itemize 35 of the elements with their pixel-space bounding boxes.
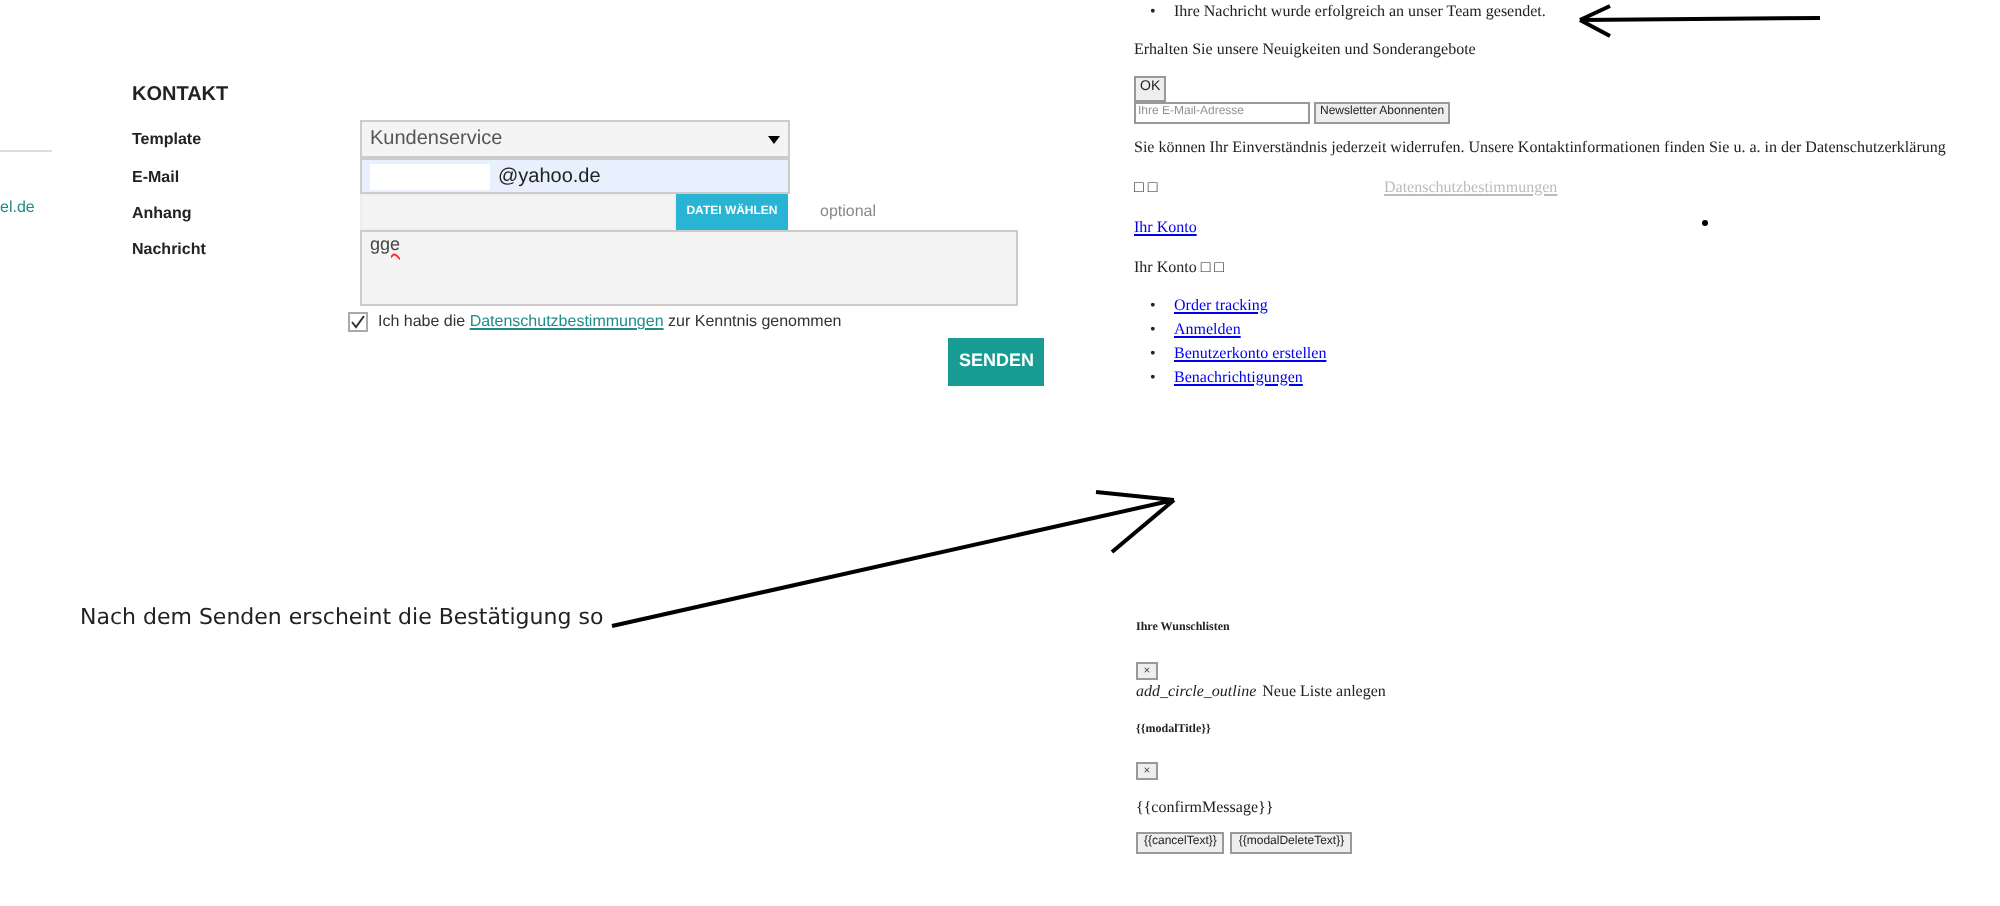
dot-mark [1702, 220, 1708, 226]
new-list-link[interactable]: Neue Liste anlegen [1262, 680, 1386, 704]
optional-hint: optional [820, 200, 877, 224]
bullet: • [1150, 317, 1158, 341]
consent-checkbox[interactable] [348, 312, 368, 332]
field-label: Template [132, 128, 204, 152]
consent-text: Sie können Ihr Einverständnis jederzeit widerrufen. Unsere Kontaktinformationen finden Sie u. a. in der Datenschutzerklärung [1134, 135, 1946, 159]
contact-heading: KONTAKT [132, 82, 231, 110]
glyph-text: □ □ [1134, 175, 1160, 199]
field-label: E-Mail [132, 166, 182, 190]
email-link[interactable]: el.de [0, 196, 35, 220]
file-field[interactable] [360, 194, 676, 230]
template-select[interactable]: Kundenservice [360, 120, 790, 158]
bullet: • [1150, 341, 1158, 365]
success-message: Ihre Nachricht wurde erfolgreich an unser Team gesendet. [1174, 0, 1546, 24]
privacy-link[interactable]: Datenschutzbestimmungen [469, 312, 664, 330]
account-menu-link[interactable]: Order tracking [1174, 293, 1268, 317]
account-menu-link[interactable]: Benachrichtigungen [1174, 365, 1303, 389]
bullet: • [1150, 293, 1158, 317]
account-menu-link[interactable]: Benutzerkonto erstellen [1174, 341, 1327, 365]
caret-icon [768, 135, 780, 143]
bullet: • [1150, 365, 1158, 389]
field-label: Nachricht [132, 238, 208, 262]
account-link[interactable]: Ihr Konto [1134, 215, 1946, 239]
account-menu-link[interactable]: Anmelden [1174, 317, 1241, 341]
email-field[interactable]: @yahoo.de [360, 158, 790, 194]
icon-name-text: add_circle_outline [1136, 680, 1257, 704]
confirm-message: {{confirmMessage}} [1136, 796, 1276, 820]
account-label: Ihr Konto □ □ [1134, 255, 1226, 279]
bullet: • [1150, 0, 1158, 24]
newsletter-heading: Erhalten Sie unsere Neuigkeiten und Sonderangebote [1134, 38, 1478, 62]
message-field[interactable]: gge [360, 230, 1018, 306]
field-label: Anhang [132, 202, 194, 226]
consent-text: Ich habe die Datenschutzbestimmungen zur Kenntnis genommen [378, 310, 842, 334]
annotation-text: Nach dem Senden erscheint die Bestätigung so [80, 602, 604, 634]
